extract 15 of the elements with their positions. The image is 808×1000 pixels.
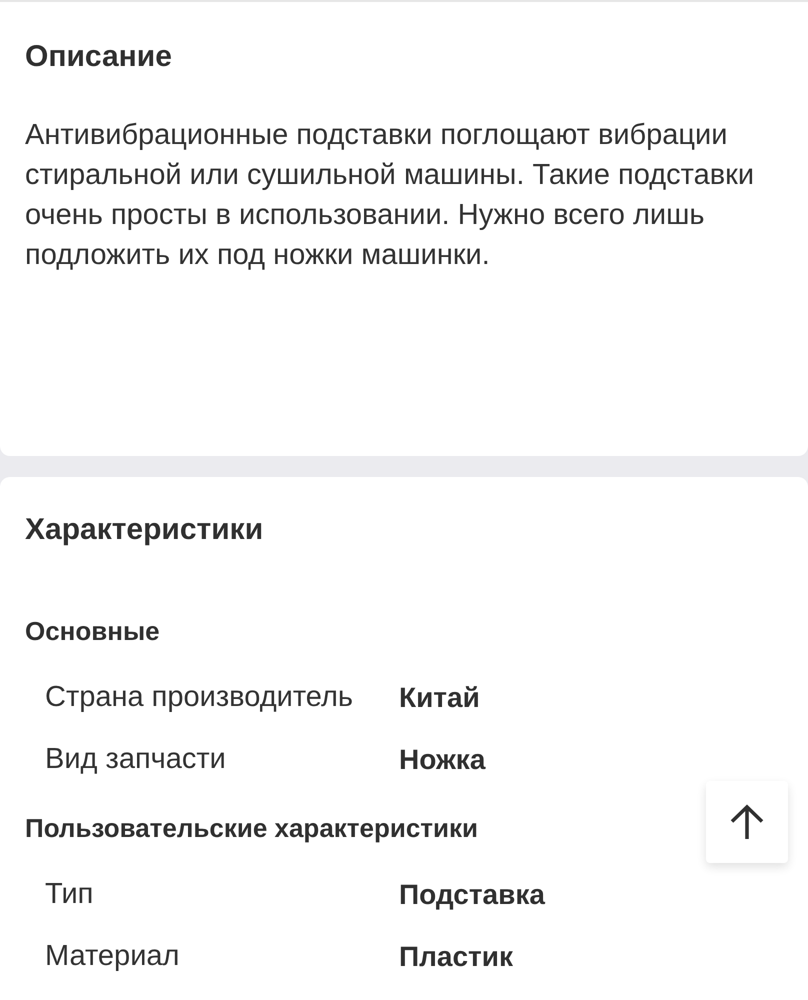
spec-value: Пластик [399,940,513,974]
spec-value: Китай [399,681,480,715]
section-title: Характеристики [25,512,264,548]
section-title: Описание [25,39,172,75]
up-arrow-icon [730,804,764,840]
scroll-to-top-button[interactable] [706,781,788,863]
spec-name: Вид запчасти [45,742,227,778]
spec-value: Ножка [399,743,486,777]
group-title: Основные [25,615,160,647]
spec-value: Подставка [399,878,545,912]
group-title: Пользовательские характеристики [25,812,478,844]
spec-name: Материал [45,939,180,974]
spec-name: Страна производитель [45,680,354,716]
spec-name: Тип [45,877,94,912]
description-text: Антивибрационные подставки поглощают вибрации стиральной или сушильной машины. Такие подставки очень просты в использовании. Нужно всего лишь подложить их под ножки машинки. [25,118,756,273]
